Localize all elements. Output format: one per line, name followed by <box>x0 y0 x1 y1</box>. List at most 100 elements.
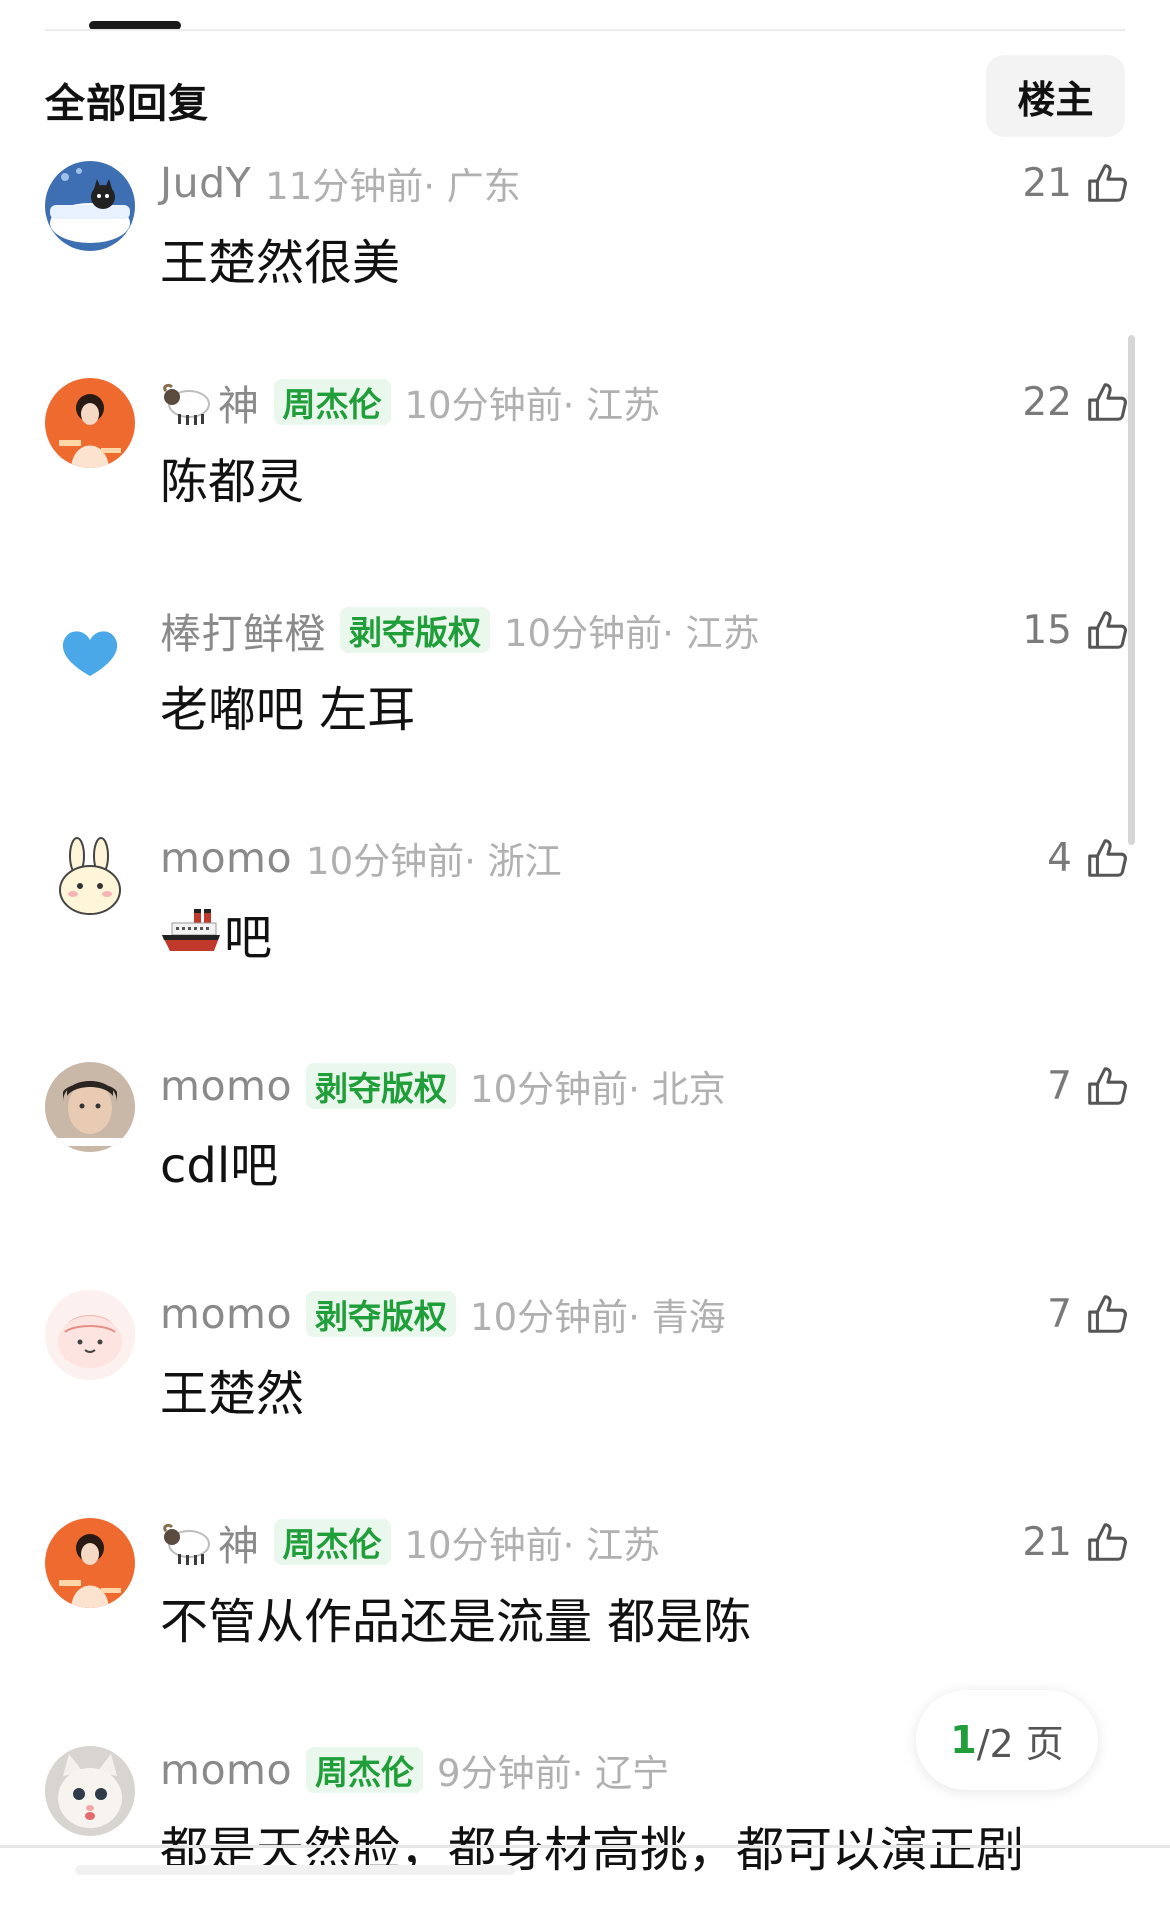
location: · 辽宁 <box>571 1752 670 1795</box>
location: · 江苏 <box>662 612 760 655</box>
thumbs-up-icon <box>1088 383 1127 421</box>
username[interactable]: JudY <box>160 159 251 207</box>
sheep-emoji-icon <box>163 1523 210 1565</box>
avatar[interactable] <box>45 1290 135 1380</box>
page-title: 全部回复 <box>45 81 209 127</box>
fan-badge[interactable]: 剥夺版权 <box>306 1291 457 1337</box>
username[interactable]: momo <box>160 1062 292 1110</box>
location: · 浙江 <box>464 840 562 883</box>
location: · 北京 <box>628 1068 726 1111</box>
like-count: 21 <box>1022 160 1072 206</box>
ship-emoji-icon <box>162 909 220 951</box>
thumbs-up-icon <box>1088 1523 1127 1561</box>
total-pages: /2 页 <box>976 1721 1064 1766</box>
top-divider <box>45 29 1125 31</box>
avatar[interactable] <box>45 1746 135 1836</box>
rabbit-avatar-icon <box>45 834 135 924</box>
white-cat-avatar-icon <box>45 1746 135 1836</box>
comment-item: momo 10分钟前 · 浙江 4 吧 <box>0 830 1130 1030</box>
avatar[interactable] <box>45 834 135 924</box>
comment-text: 陈都灵 <box>160 454 305 510</box>
comment-meta: momo 剥夺版权 10分钟前 · 北京 <box>160 1058 726 1114</box>
avatar[interactable] <box>45 606 135 696</box>
username[interactable]: 神 <box>218 372 260 432</box>
blue-heart-avatar-icon <box>45 606 135 696</box>
comment-meta: 棒打鲜橙 剥夺版权 10分钟前 · 江苏 <box>160 602 760 658</box>
fan-badge[interactable]: 周杰伦 <box>273 379 391 425</box>
thumbs-up-icon <box>1088 611 1127 649</box>
timestamp: 10分钟前 <box>404 384 563 427</box>
comment-meta: 神 周杰伦 10分钟前 · 江苏 <box>160 374 660 430</box>
username[interactable]: momo <box>160 1290 292 1338</box>
page-indicator[interactable]: 1 /2 页 <box>916 1690 1098 1790</box>
sheep-emoji-icon <box>163 383 210 425</box>
cat-bathtub-avatar-icon <box>45 161 135 251</box>
like-button[interactable]: 15 <box>1022 602 1130 658</box>
fan-badge[interactable]: 周杰伦 <box>273 1519 391 1565</box>
comment-item: 棒打鲜橙 剥夺版权 10分钟前 · 江苏 15 老嘟吧 左耳 <box>0 602 1130 802</box>
reply-header: 全部回复 楼主 <box>45 55 1125 137</box>
girl-poster-avatar-icon <box>45 1518 135 1608</box>
avatar[interactable] <box>45 1062 135 1152</box>
comment-text: 王楚然很美 <box>160 235 401 291</box>
like-button[interactable]: 4 <box>1047 830 1130 886</box>
username[interactable]: 棒打鲜橙 <box>160 600 326 660</box>
fan-badge[interactable]: 剥夺版权 <box>306 1063 457 1109</box>
username[interactable]: 神 <box>218 1512 260 1572</box>
comment-meta: momo 剥夺版权 10分钟前 · 青海 <box>160 1286 726 1342</box>
like-count: 7 <box>1047 1063 1072 1109</box>
comment-text: 吧 <box>160 898 272 968</box>
avatar[interactable] <box>45 378 135 468</box>
girl-poster-avatar-icon <box>45 378 135 468</box>
thumbs-up-icon <box>1088 164 1127 202</box>
username[interactable]: momo <box>160 1746 292 1794</box>
timestamp: 10分钟前 <box>404 1524 563 1567</box>
location: · 江苏 <box>562 384 661 427</box>
like-button[interactable]: 21 <box>1022 155 1130 211</box>
location: · 江苏 <box>562 1524 661 1567</box>
comment-text-suffix: 吧 <box>224 910 273 966</box>
comment-meta: momo 10分钟前 · 浙江 <box>160 830 562 886</box>
location: · 广东 <box>423 165 521 208</box>
comment-item: momo 剥夺版权 10分钟前 · 北京 7 cdl吧 <box>0 1058 1130 1258</box>
like-count: 22 <box>1022 379 1072 425</box>
like-count: 7 <box>1047 1291 1072 1337</box>
timestamp: 10分钟前 <box>470 1296 629 1339</box>
current-page: 1 <box>950 1718 977 1762</box>
comment-item: 神 周杰伦 10分钟前 · 江苏 21 不管从作品还是流量 都是陈 <box>0 1514 1130 1714</box>
bottom-divider <box>0 1845 1170 1848</box>
comment-meta: 神 周杰伦 10分钟前 · 江苏 <box>160 1514 660 1570</box>
like-count: 4 <box>1047 835 1072 881</box>
comment-meta: momo 周杰伦 9分钟前 · 辽宁 <box>160 1742 669 1798</box>
like-button[interactable]: 7 <box>1047 1058 1130 1114</box>
owner-only-button[interactable]: 楼主 <box>986 55 1125 137</box>
username[interactable]: momo <box>160 834 292 882</box>
thumbs-up-icon <box>1088 1067 1127 1105</box>
like-button[interactable]: 7 <box>1047 1286 1130 1342</box>
like-button[interactable]: 21 <box>1022 1514 1130 1570</box>
fan-badge[interactable]: 周杰伦 <box>306 1747 424 1793</box>
timestamp: 10分钟前 <box>470 1068 629 1111</box>
comment-item: momo 剥夺版权 10分钟前 · 青海 7 王楚然 <box>0 1286 1130 1486</box>
timestamp: 11分钟前 <box>265 165 424 208</box>
thumbs-up-icon <box>1088 1295 1127 1333</box>
avatar[interactable] <box>45 1518 135 1608</box>
bottom-input-bar[interactable] <box>75 1865 515 1875</box>
reply-panel: 全部回复 楼主 JudY 11分钟前 · 广东 21 王楚然很美 神 周杰伦 1… <box>0 0 1170 1915</box>
comment-text: 王楚然 <box>160 1366 305 1422</box>
like-button[interactable]: 22 <box>1022 374 1130 430</box>
like-count: 21 <box>1022 1519 1072 1565</box>
comment-item: 神 周杰伦 10分钟前 · 江苏 22 陈都灵 <box>0 374 1130 574</box>
comment-text: 不管从作品还是流量 都是陈 <box>160 1594 752 1650</box>
thumbs-up-icon <box>1088 839 1127 877</box>
scrollbar[interactable] <box>1128 335 1135 845</box>
location: · 青海 <box>628 1296 726 1339</box>
comment-text: 老嘟吧 左耳 <box>160 682 416 738</box>
fan-badge[interactable]: 剥夺版权 <box>340 607 490 653</box>
timestamp: 10分钟前 <box>306 840 465 883</box>
avatar[interactable] <box>45 161 135 251</box>
like-count: 15 <box>1022 607 1072 653</box>
timestamp: 9分钟前 <box>437 1752 572 1795</box>
boy-photo-avatar-icon <box>45 1062 135 1152</box>
comment-text: cdl吧 <box>160 1138 279 1194</box>
